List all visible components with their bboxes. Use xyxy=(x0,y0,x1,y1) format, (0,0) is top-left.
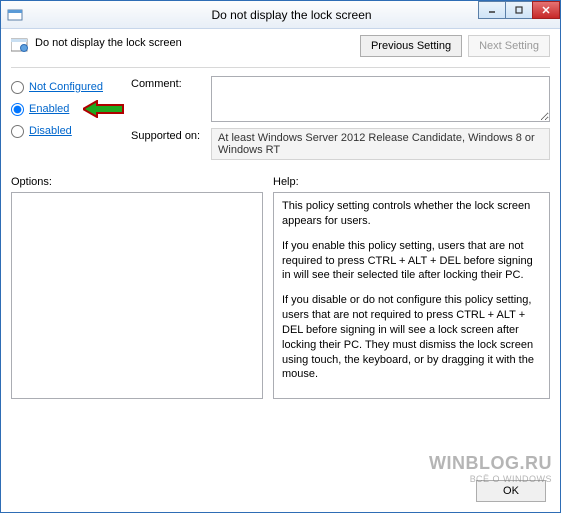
help-panel: This policy setting controls whether the… xyxy=(273,192,550,399)
radio-enabled-label[interactable]: Enabled xyxy=(29,103,69,115)
maximize-button[interactable] xyxy=(505,1,533,19)
state-radio-group: Not Configured Enabled Disabled xyxy=(11,76,131,166)
ok-button[interactable]: OK xyxy=(476,480,546,502)
radio-not-configured[interactable] xyxy=(11,81,24,94)
policy-dialog-window: Do not display the lock screen Do not di… xyxy=(0,0,561,513)
help-paragraph: If you disable or do not configure this … xyxy=(282,293,541,382)
help-paragraph: If you enable this policy setting, users… xyxy=(282,239,541,284)
app-icon xyxy=(7,7,23,23)
supported-on-label: Supported on: xyxy=(131,128,211,160)
options-panel xyxy=(11,192,263,399)
options-label: Options: xyxy=(11,176,263,188)
radio-disabled-label[interactable]: Disabled xyxy=(29,125,72,137)
comment-textarea[interactable] xyxy=(211,76,550,122)
radio-not-configured-label[interactable]: Not Configured xyxy=(29,81,103,93)
previous-setting-button[interactable]: Previous Setting xyxy=(360,35,462,57)
radio-enabled[interactable] xyxy=(11,103,24,116)
window-controls xyxy=(479,1,560,19)
titlebar[interactable]: Do not display the lock screen xyxy=(1,1,560,29)
radio-disabled[interactable] xyxy=(11,125,24,138)
policy-title: Do not display the lock screen xyxy=(35,35,360,49)
minimize-button[interactable] xyxy=(478,1,506,19)
comment-label: Comment: xyxy=(131,76,211,122)
help-label: Help: xyxy=(273,176,550,188)
help-paragraph: This policy setting controls whether the… xyxy=(282,199,541,229)
watermark-main: WINBLOG.RU xyxy=(429,453,552,473)
supported-on-value: At least Windows Server 2012 Release Can… xyxy=(211,128,550,160)
divider xyxy=(11,67,550,68)
annotation-arrow-icon xyxy=(83,100,127,121)
policy-icon xyxy=(11,37,29,53)
dialog-footer: OK xyxy=(476,480,546,502)
close-button[interactable] xyxy=(532,1,560,19)
next-setting-button: Next Setting xyxy=(468,35,550,57)
